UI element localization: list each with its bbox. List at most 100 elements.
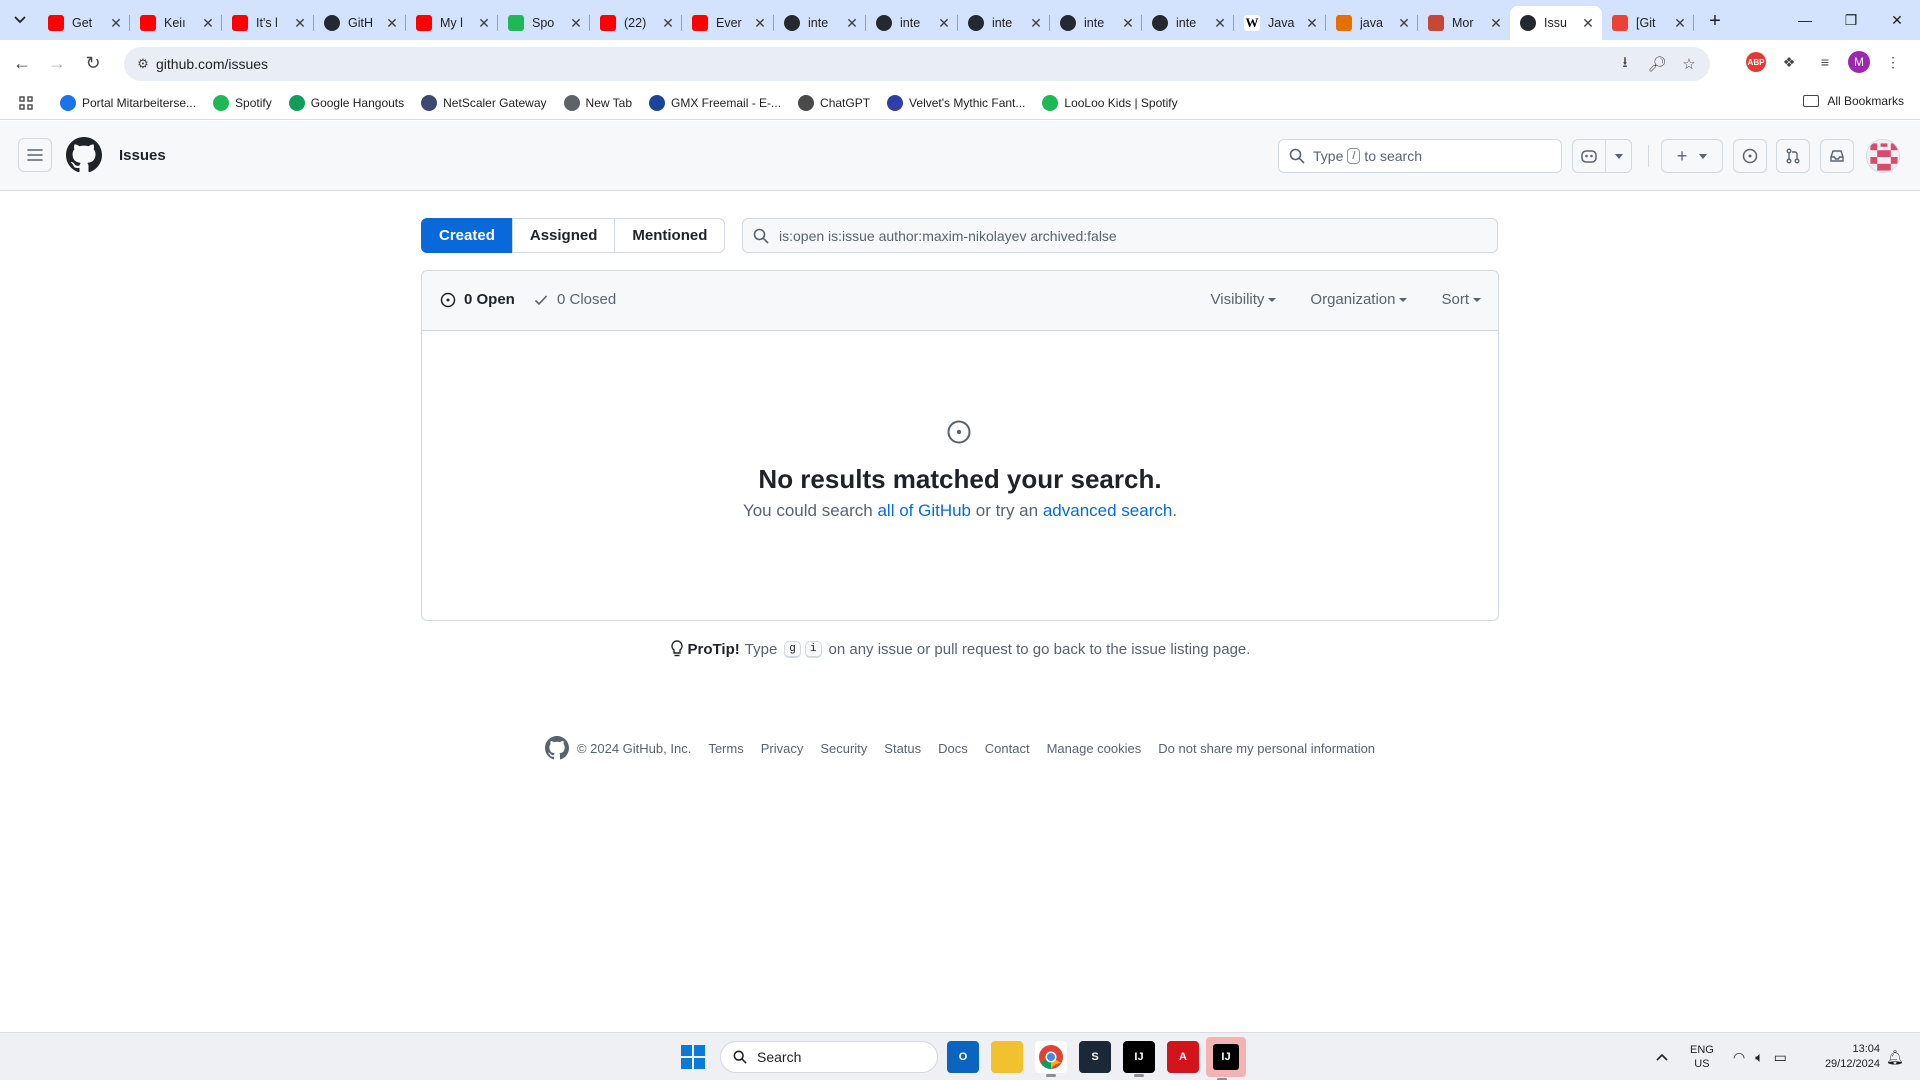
browser-tab[interactable]: inte ✕	[1050, 6, 1142, 40]
github-mark-icon[interactable]	[544, 736, 569, 760]
close-tab-icon[interactable]: ✕	[1672, 15, 1688, 31]
bookmark-item[interactable]: Google Hangouts	[288, 93, 404, 113]
visibility-menu-button[interactable]: Visibility	[1211, 291, 1277, 308]
bookmark-item[interactable]: New Tab	[563, 93, 632, 113]
browser-tab[interactable]: inte ✕	[1142, 6, 1234, 40]
forward-button[interactable]: →	[43, 49, 71, 77]
profile-avatar[interactable]: M	[1848, 51, 1870, 73]
advanced-search-link[interactable]: advanced search	[1043, 501, 1172, 520]
browser-tab[interactable]: Ever ✕	[682, 6, 774, 40]
bookmark-item[interactable]: GMX Freemail - E-...	[649, 93, 781, 113]
system-tray-icons[interactable]: ◠ 🔈︎ ▭	[1733, 1033, 1787, 1080]
github-logo-icon[interactable]	[66, 137, 102, 173]
reload-button[interactable]: ↻	[79, 49, 107, 77]
notifications-bell-icon[interactable]: 🔔︎	[1886, 1033, 1904, 1080]
footer-link[interactable]: Security	[820, 741, 867, 756]
bookmark-item[interactable]: ChatGPT	[798, 93, 870, 113]
close-tab-icon[interactable]: ✕	[1212, 15, 1228, 31]
close-tab-icon[interactable]: ✕	[936, 15, 952, 31]
create-new-button[interactable]: +	[1661, 139, 1723, 173]
footer-link[interactable]: Terms	[708, 741, 743, 756]
close-tab-icon[interactable]: ✕	[1304, 15, 1320, 31]
taskbar-search[interactable]: Search	[720, 1041, 938, 1073]
address-bar[interactable]: ⚙ github.com/issues ⭳ 🔎︎ ☆	[124, 47, 1710, 81]
extensions-icon[interactable]: ❖	[1776, 49, 1802, 75]
show-hidden-icons-button[interactable]	[1656, 1033, 1668, 1080]
close-tab-icon[interactable]: ✕	[752, 15, 768, 31]
browser-tab[interactable]: My l ✕	[406, 6, 498, 40]
browser-tab[interactable]: Spo ✕	[498, 6, 590, 40]
bookmark-star-icon[interactable]: ☆	[1676, 52, 1702, 76]
footer-link[interactable]: Privacy	[761, 741, 804, 756]
issue-query-input[interactable]: is:open is:issue author:maxim-nikolayev …	[742, 218, 1498, 253]
browser-tab[interactable]: inte ✕	[866, 6, 958, 40]
search-all-github-link[interactable]: all of GitHub	[877, 501, 971, 520]
filter-tab-created[interactable]: Created	[421, 218, 513, 253]
bookmark-item[interactable]: Velvet's Mythic Fant...	[887, 93, 1025, 113]
chrome-icon[interactable]	[1035, 1041, 1067, 1077]
filter-tab-assigned[interactable]: Assigned	[511, 218, 616, 253]
copilot-button[interactable]	[1572, 139, 1606, 173]
site-info-icon[interactable]: ⚙	[134, 55, 152, 73]
footer-link[interactable]: Status	[884, 741, 921, 756]
clock[interactable]: 13:04 29/12/2024	[1810, 1033, 1880, 1080]
footer-link[interactable]: Manage cookies	[1047, 741, 1142, 756]
browser-tab[interactable]: Mor ✕	[1418, 6, 1510, 40]
media-control-icon[interactable]: ≡	[1812, 49, 1838, 75]
close-tab-icon[interactable]: ✕	[1120, 15, 1136, 31]
pull-requests-button[interactable]	[1776, 139, 1810, 173]
browser-tab[interactable]: It's l ✕	[222, 6, 314, 40]
intellij-active-icon[interactable]: IJ	[1206, 1037, 1246, 1080]
bookmark-item[interactable]: NetScaler Gateway	[421, 93, 547, 113]
footer-link[interactable]: Contact	[985, 741, 1030, 756]
global-nav-menu-button[interactable]	[18, 138, 52, 172]
start-button[interactable]	[681, 1045, 705, 1069]
close-tab-icon[interactable]: ✕	[200, 15, 216, 31]
issue-query-text[interactable]: is:open is:issue author:maxim-nikolayev …	[779, 228, 1117, 244]
steam-icon[interactable]: S	[1079, 1041, 1111, 1073]
intellij-icon[interactable]: IJ	[1123, 1041, 1155, 1077]
filter-tab-mentioned[interactable]: Mentioned	[614, 218, 726, 253]
copilot-menu-button[interactable]	[1605, 139, 1632, 173]
sort-menu-button[interactable]: Sort	[1441, 291, 1481, 308]
browser-tab[interactable]: Keiı ✕	[130, 6, 222, 40]
browser-tab[interactable]: inte ✕	[774, 6, 866, 40]
browser-tab[interactable]: GitH ✕	[314, 6, 406, 40]
language-indicator[interactable]: ENG US	[1690, 1033, 1714, 1080]
close-tab-icon[interactable]: ✕	[660, 15, 676, 31]
close-tab-icon[interactable]: ✕	[844, 15, 860, 31]
apps-grid-icon[interactable]	[17, 94, 35, 112]
close-tab-icon[interactable]: ✕	[108, 15, 124, 31]
inbox-button[interactable]	[1820, 139, 1854, 173]
close-tab-icon[interactable]: ✕	[292, 15, 308, 31]
close-tab-icon[interactable]: ✕	[1488, 15, 1504, 31]
close-tab-icon[interactable]: ✕	[1396, 15, 1412, 31]
file-explorer-icon[interactable]	[991, 1041, 1023, 1073]
all-bookmarks-button[interactable]: All Bookmarks	[1803, 94, 1904, 108]
open-issues-filter[interactable]: 0 Open	[440, 291, 515, 308]
browser-tab[interactable]: java ✕	[1326, 6, 1418, 40]
browser-tab[interactable]: Get ✕	[38, 6, 130, 40]
close-tab-icon[interactable]: ✕	[1028, 15, 1044, 31]
new-tab-button[interactable]: +	[1704, 10, 1726, 32]
bookmark-item[interactable]: LooLoo Kids | Spotify	[1042, 93, 1178, 113]
user-avatar[interactable]	[1866, 139, 1900, 173]
closed-issues-filter[interactable]: 0 Closed	[533, 291, 616, 308]
acrobat-icon[interactable]: A	[1167, 1041, 1199, 1073]
footer-link[interactable]: Do not share my personal information	[1158, 741, 1375, 756]
close-tab-icon[interactable]: ✕	[476, 15, 492, 31]
browser-tab[interactable]: (22) ✕	[590, 6, 682, 40]
back-button[interactable]: ←	[8, 49, 36, 77]
outlook-icon[interactable]: O	[947, 1041, 979, 1073]
browser-tab[interactable]: inte ✕	[958, 6, 1050, 40]
organization-menu-button[interactable]: Organization	[1310, 291, 1408, 308]
more-menu-icon[interactable]: ⋮	[1880, 49, 1906, 75]
issues-button[interactable]	[1733, 139, 1767, 173]
bookmark-item[interactable]: Spotify	[213, 93, 272, 113]
close-tab-icon[interactable]: ✕	[1580, 15, 1596, 31]
browser-tab[interactable]: W Java ✕	[1234, 6, 1326, 40]
url-text[interactable]: github.com/issues	[156, 56, 268, 72]
browser-tab[interactable]: Issu ✕	[1510, 6, 1602, 40]
adblock-extension-icon[interactable]: ABP	[1746, 52, 1766, 72]
browser-tab[interactable]: [Git ✕	[1602, 6, 1694, 40]
